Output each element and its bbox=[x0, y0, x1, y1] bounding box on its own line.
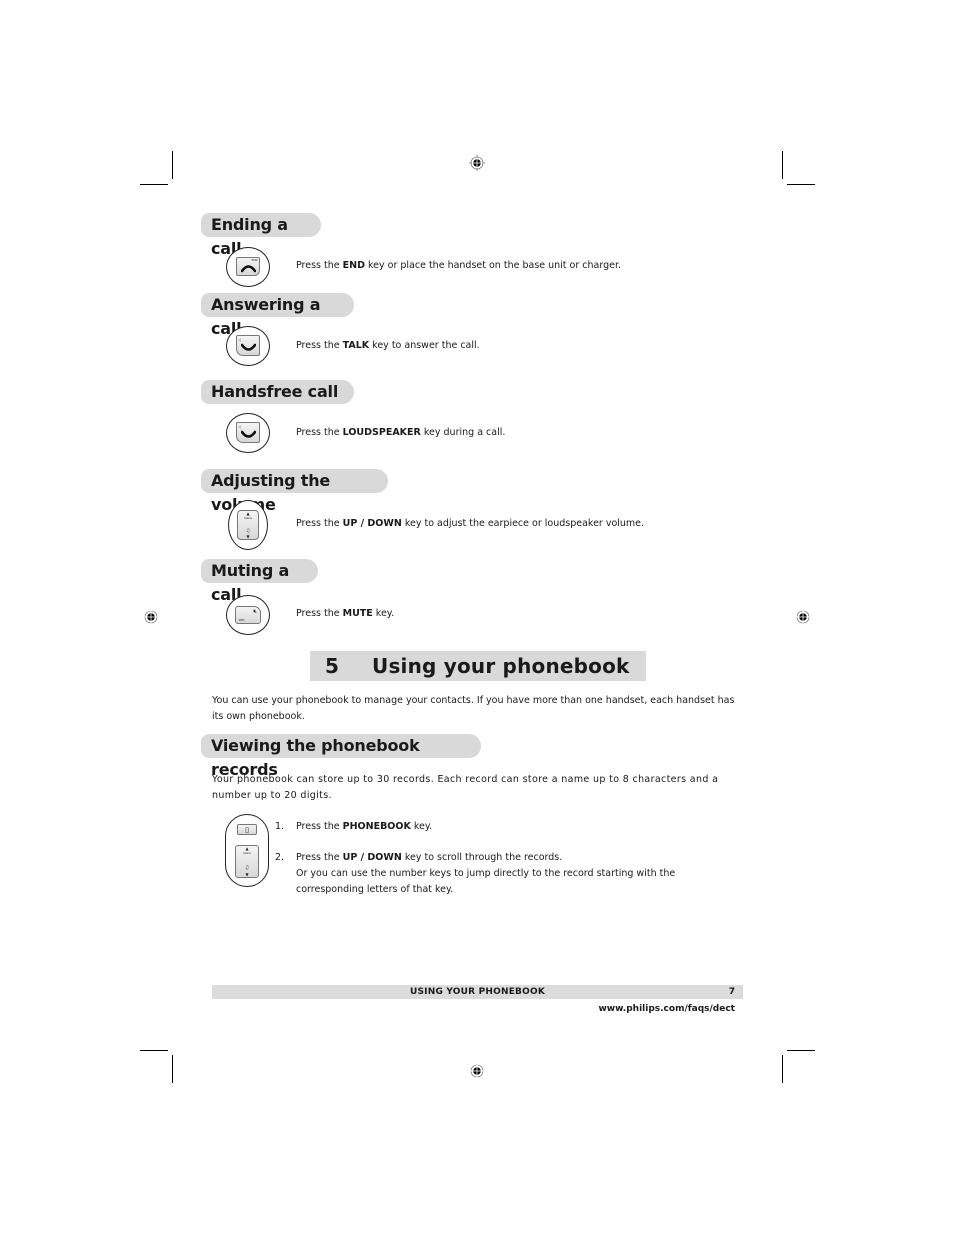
list-item: 2. bbox=[275, 852, 285, 863]
chapter-number: 5 bbox=[325, 654, 339, 678]
key-name: END bbox=[342, 260, 365, 271]
registration-mark-icon bbox=[795, 609, 811, 625]
registration-mark-icon bbox=[469, 1063, 485, 1079]
section-heading-ending-a-call: Ending a call bbox=[201, 213, 321, 258]
footer-bar: USING YOUR PHONEBOOK 7 bbox=[212, 985, 743, 999]
key-name: LOUDSPEAKER bbox=[342, 427, 421, 438]
end-key-icon: END bbox=[226, 247, 270, 287]
crop-mark bbox=[140, 184, 168, 185]
page-number: 7 bbox=[728, 987, 735, 997]
section-heading-muting-a-call: Muting a call bbox=[201, 559, 318, 604]
step-text: Press the UP / DOWN key to adjust the ea… bbox=[296, 518, 645, 529]
mute-key-icon: DEL 🔇︎ bbox=[226, 595, 270, 635]
del-label: DEL bbox=[239, 618, 245, 622]
key-name: TALK bbox=[342, 340, 370, 351]
step-extra-text: Or you can use the number keys to jump d… bbox=[296, 868, 676, 895]
chapter-heading: 5 Using your phonebook bbox=[310, 651, 646, 681]
crop-mark bbox=[140, 1050, 168, 1051]
step-text: Press the MUTE key. bbox=[296, 608, 395, 619]
end-key-label: END bbox=[251, 258, 258, 262]
crop-mark bbox=[172, 151, 173, 179]
chapter-title: Using your phonebook bbox=[372, 654, 630, 678]
crop-mark bbox=[787, 1050, 815, 1051]
footer-section-title: USING YOUR PHONEBOOK bbox=[409, 987, 545, 997]
key-name: PHONEBOOK bbox=[342, 821, 411, 832]
step-text: Press the PHONEBOOK key. bbox=[296, 821, 433, 832]
list-item: 1. bbox=[275, 821, 285, 832]
crop-mark bbox=[782, 151, 783, 179]
crop-mark bbox=[172, 1055, 173, 1083]
crop-mark bbox=[782, 1055, 783, 1083]
intro-paragraph: You can use your phonebook to manage you… bbox=[212, 695, 735, 722]
phonebook-updown-keys-icon: ▯ ▲ menu ♫ ▼ bbox=[225, 814, 269, 887]
section-heading-adjusting-the-volume: Adjusting the volume bbox=[201, 469, 388, 514]
up-down-key-icon: ▲ menu ♫ ▼ bbox=[228, 500, 268, 550]
section-heading-viewing-phonebook-records: Viewing the phonebook records bbox=[201, 734, 481, 779]
step-text: Press the LOUDSPEAKER key during a call. bbox=[296, 427, 506, 438]
loudspeaker-key-icon: ◁ bbox=[226, 413, 270, 453]
registration-mark-icon bbox=[143, 609, 159, 625]
up-down-key-icon: ▲ menu ♫ ▼ bbox=[235, 845, 259, 878]
footer-url[interactable]: www.philips.com/faqs/dect bbox=[598, 1002, 735, 1016]
talk-key-icon: ◁ bbox=[226, 326, 270, 366]
key-name: MUTE bbox=[342, 608, 373, 619]
crop-mark bbox=[787, 184, 815, 185]
step-text: Press the TALK key to answer the call. bbox=[296, 340, 480, 351]
step-text: Press the END key or place the handset o… bbox=[296, 260, 622, 271]
key-name: UP / DOWN bbox=[342, 518, 402, 529]
section-heading-answering-a-call: Answering a call bbox=[201, 293, 354, 338]
viewing-description: Your phonebook can store up to 30 record… bbox=[212, 774, 719, 801]
key-name: UP / DOWN bbox=[342, 852, 402, 863]
step-text: Press the UP / DOWN key to scroll throug… bbox=[296, 852, 563, 863]
menu-label: menu bbox=[243, 516, 253, 520]
registration-mark-icon bbox=[469, 155, 485, 171]
section-heading-handsfree-call: Handsfree call bbox=[201, 380, 354, 404]
phonebook-key-icon: ▯ bbox=[237, 824, 257, 835]
